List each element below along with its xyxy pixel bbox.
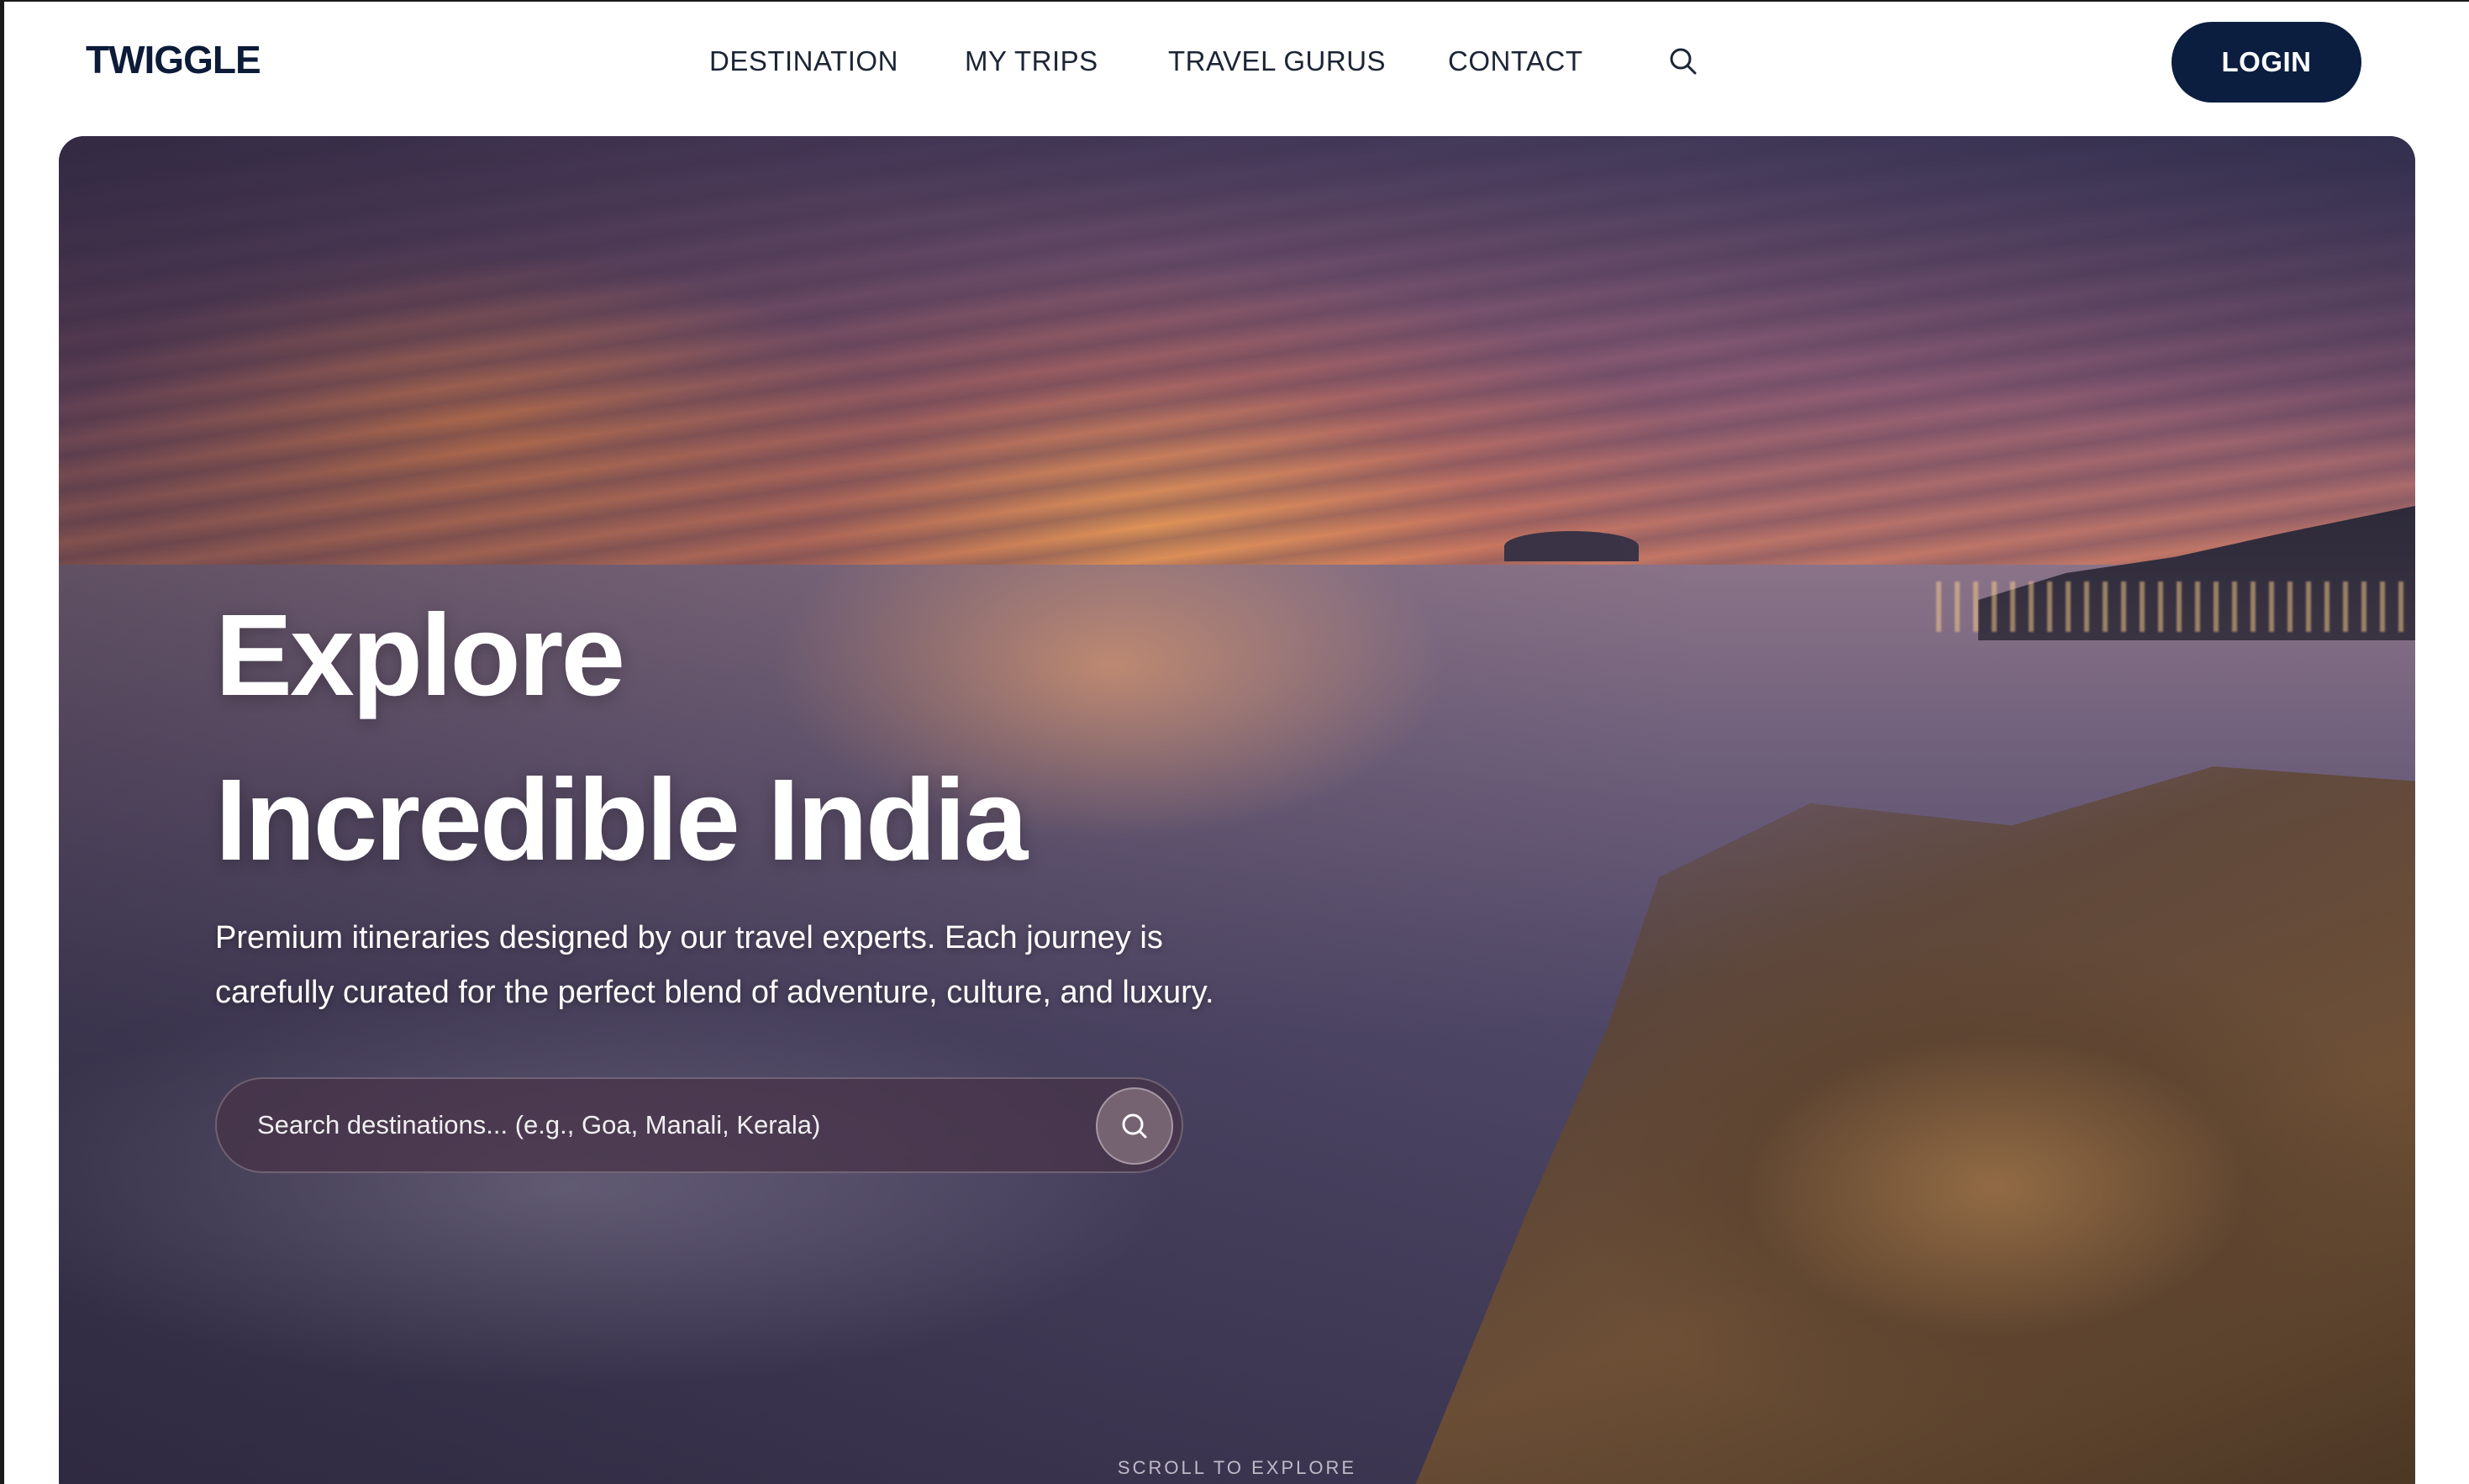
login-button[interactable]: LOGIN [2172,22,2361,103]
nav-item-travel-gurus[interactable]: TRAVEL GURUS [1168,45,1386,77]
scroll-hint: SCROLL TO EXPLORE [1117,1457,1357,1478]
search-icon [1122,1113,1147,1139]
destination-search-bar [215,1077,1183,1173]
hero-description: Premium itineraries designed by our trav… [215,920,1214,1010]
search-icon[interactable] [1668,46,1698,76]
hero-title: Explore Incredible India [215,573,1028,903]
site-header: TWIGGLE DESTINATION MY TRIPS TRAVEL GURU… [0,0,2469,134]
search-submit-button[interactable] [1096,1087,1173,1165]
nav-item-contact[interactable]: CONTACT [1448,45,1583,77]
hero-title-line-1: Explore [215,591,625,720]
destination-search-input[interactable] [257,1079,1064,1171]
nav-item-my-trips[interactable]: MY TRIPS [965,45,1098,77]
window-edge [0,0,4,1484]
hero-title-line-2: Incredible India [215,755,1028,885]
hero-banner: Explore Incredible India Premium itinera… [59,136,2415,1484]
nav-item-destination[interactable]: DESTINATION [709,45,898,77]
logo[interactable]: TWIGGLE [86,37,261,82]
